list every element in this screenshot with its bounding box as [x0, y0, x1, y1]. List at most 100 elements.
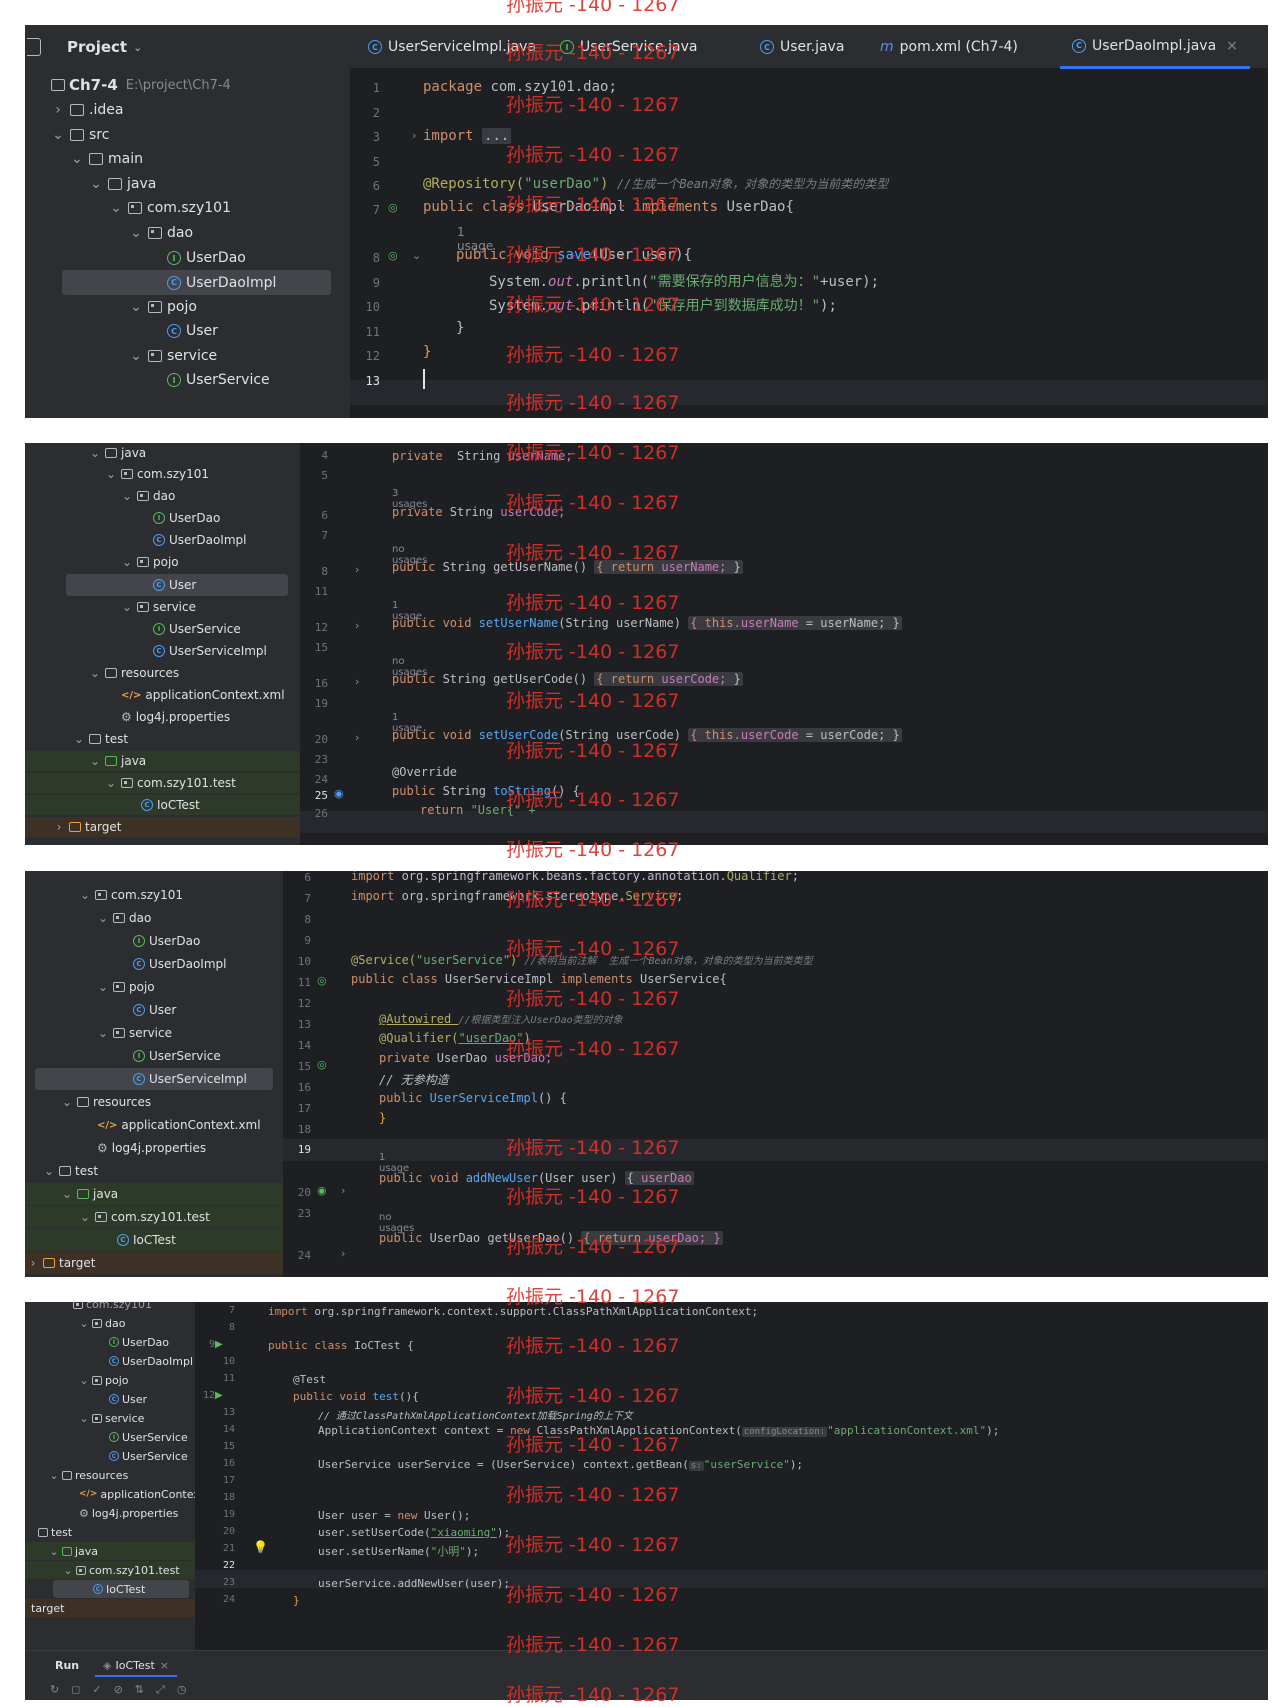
tree-item[interactable]: ⌄ src — [25, 123, 350, 147]
tab-ioctest-run[interactable]: ◈ IoCTest × — [95, 1655, 178, 1677]
chevron-down-icon[interactable]: ⌄ — [79, 1317, 89, 1330]
tree-item[interactable]: ⌄ java — [25, 1542, 195, 1560]
run-gutter-icon[interactable]: ▶ — [215, 1390, 223, 1401]
tree-item[interactable]: ⌄ java — [25, 1183, 283, 1205]
tree-item[interactable]: ⌄ com.szy101.test — [25, 1561, 195, 1579]
chevron-down-icon[interactable]: ⌄ — [109, 200, 123, 216]
tree-item[interactable]: ⌄ test — [25, 1160, 283, 1182]
tree-item-root[interactable]: Ch7-4 E:\project\Ch7-4 — [25, 73, 350, 97]
tree-item[interactable]: C UserDaoImpl — [25, 1352, 195, 1370]
tree-item[interactable]: ⌄ resources — [25, 663, 300, 683]
tree-item[interactable]: target — [25, 1599, 195, 1617]
chevron-down-icon[interactable]: ⌄ — [79, 1374, 89, 1387]
tree-item[interactable]: ⌄ service — [25, 1022, 283, 1044]
tree-item[interactable]: ⌄ dao — [25, 1314, 195, 1332]
chevron-down-icon[interactable]: ⌄ — [61, 1095, 73, 1109]
tree-item[interactable]: ⌄ com.szy101.test — [25, 1206, 283, 1228]
tree-item[interactable]: I UserDao — [25, 930, 283, 952]
tree-item[interactable]: ⌄ dao — [25, 486, 300, 506]
tree-item[interactable]: I UserService — [25, 1428, 195, 1446]
project-header[interactable]: Project ⌄ — [25, 25, 350, 69]
chevron-right-icon[interactable]: › — [27, 1256, 39, 1270]
implement-gutter-icon[interactable]: ◉ — [317, 1184, 327, 1197]
tree-item[interactable]: ⌄ java — [25, 751, 300, 771]
tree-item[interactable]: C User — [25, 319, 350, 343]
tree-item[interactable]: ⚙ log4j.properties — [25, 1504, 195, 1522]
fold-chevron-icon[interactable]: › — [341, 1247, 345, 1260]
cancel-icon[interactable]: ⊘ — [114, 1683, 123, 1697]
tree-item[interactable]: I UserDao — [25, 246, 350, 270]
close-icon[interactable]: × — [1226, 38, 1238, 54]
chevron-down-icon[interactable]: ⌄ — [43, 1164, 55, 1178]
tree-item[interactable]: › target — [25, 1252, 283, 1274]
chevron-down-icon[interactable]: ⌄ — [49, 1545, 59, 1558]
chevron-down-icon[interactable]: ⌄ — [61, 1187, 73, 1201]
tree-item[interactable]: ⌄ com.szy101 — [25, 884, 283, 906]
tree-item[interactable]: C IoCTest — [25, 795, 300, 815]
tree-item[interactable]: ⌄ pojo — [25, 295, 350, 319]
override-gutter-icon[interactable]: ◉ — [334, 787, 344, 800]
chevron-down-icon[interactable]: ⌄ — [121, 600, 133, 614]
tree-item[interactable]: com.szy101 — [25, 1302, 195, 1312]
chevron-down-icon[interactable]: ⌄ — [89, 446, 101, 460]
tree-item[interactable]: I UserDao — [25, 508, 300, 528]
tree-item[interactable]: ⌄ dao — [25, 907, 283, 929]
chevron-down-icon[interactable]: ⌄ — [97, 980, 109, 994]
chevron-down-icon[interactable]: ⌄ — [105, 467, 117, 481]
chevron-right-icon[interactable]: › — [53, 820, 65, 834]
chevron-down-icon[interactable]: ⌄ — [73, 732, 85, 746]
fold-chevron-icon[interactable]: › — [355, 563, 359, 576]
chevron-down-icon[interactable]: ⌄ — [133, 41, 142, 54]
chevron-down-icon[interactable]: ⌄ — [121, 555, 133, 569]
tree-item[interactable]: ⌄ service — [25, 344, 350, 368]
tab-userdaoimpl[interactable]: C UserDaoImpl.java × — [1060, 25, 1250, 69]
sort-icon[interactable]: ⇅ — [135, 1683, 144, 1697]
tree-item-selected[interactable]: C UserServiceImpl — [35, 1068, 273, 1090]
chevron-down-icon[interactable]: ⌄ — [89, 176, 103, 192]
bean-gutter-icon[interactable]: ◎ — [317, 1058, 327, 1071]
close-icon[interactable]: × — [160, 1659, 169, 1672]
bean-gutter-icon[interactable]: ◎ — [388, 249, 398, 262]
chevron-down-icon[interactable]: ⌄ — [97, 911, 109, 925]
check-icon[interactable]: ✓ — [92, 1683, 101, 1697]
tree-item[interactable]: › .idea — [25, 98, 350, 122]
chevron-down-icon[interactable]: ⌄ — [105, 776, 117, 790]
tree-item[interactable]: </> applicationContext.xml — [25, 685, 300, 705]
tree-item[interactable]: ⌄ java — [25, 172, 350, 196]
lightbulb-icon[interactable]: 💡 — [253, 1540, 268, 1554]
tree-item[interactable]: test — [25, 1523, 195, 1541]
chevron-down-icon[interactable]: ⌄ — [79, 1412, 89, 1425]
sidebar-toggle-icon[interactable] — [27, 38, 41, 56]
chevron-down-icon[interactable]: ⌄ — [51, 127, 65, 143]
tree-item[interactable]: ⌄ com.szy101 — [25, 196, 350, 220]
tree-item[interactable]: ⌄ main — [25, 147, 350, 171]
tree-item[interactable]: ⌄ service — [25, 597, 300, 617]
chevron-down-icon[interactable]: ⌄ — [89, 666, 101, 680]
tree-item[interactable]: ⌄ resources — [25, 1091, 283, 1113]
chevron-down-icon[interactable]: ⌄ — [79, 1210, 91, 1224]
tree-item[interactable]: I UserService — [25, 619, 300, 639]
tree-item-selected[interactable]: C User — [66, 574, 288, 596]
tree-item[interactable]: ⚙ log4j.properties — [25, 1137, 283, 1159]
tree-item[interactable]: ⌄ resources — [25, 1466, 195, 1484]
fold-chevron-icon[interactable]: › — [355, 619, 359, 632]
fold-chevron-icon[interactable]: ⌄ — [412, 249, 421, 262]
tree-item[interactable]: I UserService — [25, 368, 350, 392]
rerun-icon[interactable]: ↻ — [50, 1683, 59, 1697]
tree-item[interactable]: ⌄ pojo — [25, 976, 283, 998]
chevron-down-icon[interactable]: ⌄ — [129, 348, 143, 364]
tree-item[interactable]: C User — [25, 1390, 195, 1408]
code-editor[interactable]: C UserServiceImpl.java I UserService.java … — [350, 25, 1268, 418]
tree-item-selected[interactable]: C UserDaoImpl — [62, 270, 331, 295]
tree-item[interactable]: I UserService — [25, 1045, 283, 1067]
tree-item[interactable]: › target — [25, 817, 300, 837]
project-label[interactable]: Project — [67, 38, 127, 56]
tree-item[interactable]: C UserServiceImpl — [25, 641, 300, 661]
tree-item[interactable]: ⌄ dao — [25, 221, 350, 245]
chevron-down-icon[interactable]: ⌄ — [63, 1564, 73, 1577]
tab-user[interactable]: C User.java — [760, 25, 844, 69]
code-editor[interactable]: 4 5 6 7 8 11 12 15 16 19 20 23 24 25 26 … — [300, 443, 1268, 845]
run-gutter-icon[interactable]: ▶ — [215, 1339, 223, 1350]
chevron-down-icon[interactable]: ⌄ — [49, 1469, 59, 1482]
tree-item[interactable]: C UserService — [25, 1447, 195, 1465]
